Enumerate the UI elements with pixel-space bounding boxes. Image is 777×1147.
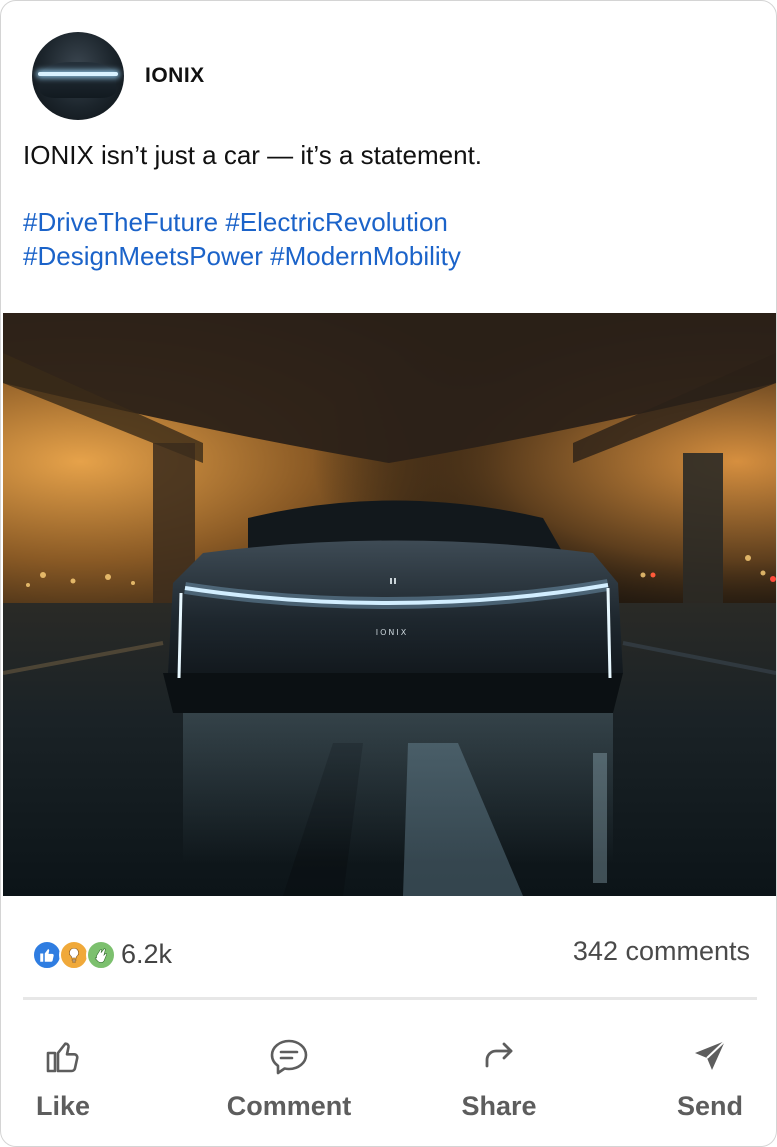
thumbs-up-icon [40, 1031, 86, 1081]
send-button[interactable]: Send [669, 1031, 751, 1122]
comment-label: Comment [226, 1091, 352, 1121]
post-card: IONIX IONIX isn’t just a car — it’s a st… [0, 0, 777, 1147]
share-button[interactable]: Share [456, 1031, 542, 1122]
paper-plane-icon [687, 1031, 733, 1081]
hashtag-link[interactable]: #ElectricRevolution [225, 207, 448, 237]
car-photo: IONIX [3, 313, 776, 896]
image-badge: IONIX [376, 628, 408, 637]
comments-count-link[interactable]: 342 comments [573, 936, 750, 967]
avatar-car-shape [40, 62, 116, 98]
post-header: IONIX [32, 32, 205, 120]
action-bar: Like Comment Share Send [1, 1031, 776, 1131]
comment-button[interactable]: Comment [219, 1031, 359, 1122]
engagement-stats: 6.2k 342 comments [32, 931, 750, 977]
stats-divider [23, 997, 757, 1000]
hashtag-list: #DriveTheFuture #ElectricRevolution #Des… [23, 205, 753, 273]
like-icon [32, 939, 62, 970]
hashtag-link[interactable]: #DesignMeetsPower [23, 241, 263, 271]
post-image[interactable]: IONIX [3, 313, 776, 896]
idea-icon [59, 939, 89, 970]
author-avatar[interactable] [32, 32, 124, 120]
hashtag-link[interactable]: #ModernMobility [270, 241, 461, 271]
avatar-headlight-shape [38, 72, 118, 76]
share-label: Share [461, 1091, 537, 1121]
reaction-summary[interactable]: 6.2k [32, 939, 172, 970]
send-label: Send [676, 1091, 743, 1121]
share-arrow-icon [476, 1031, 522, 1081]
clap-icon [86, 939, 116, 970]
author-name[interactable]: IONIX [145, 64, 205, 88]
like-label: Like [35, 1091, 91, 1121]
reactions-count: 6.2k [121, 939, 173, 969]
like-button[interactable]: Like [28, 1031, 98, 1122]
comment-icon [266, 1031, 312, 1081]
post-text: IONIX isn’t just a car — it’s a statemen… [23, 140, 483, 170]
hashtag-link[interactable]: #DriveTheFuture [23, 207, 218, 237]
